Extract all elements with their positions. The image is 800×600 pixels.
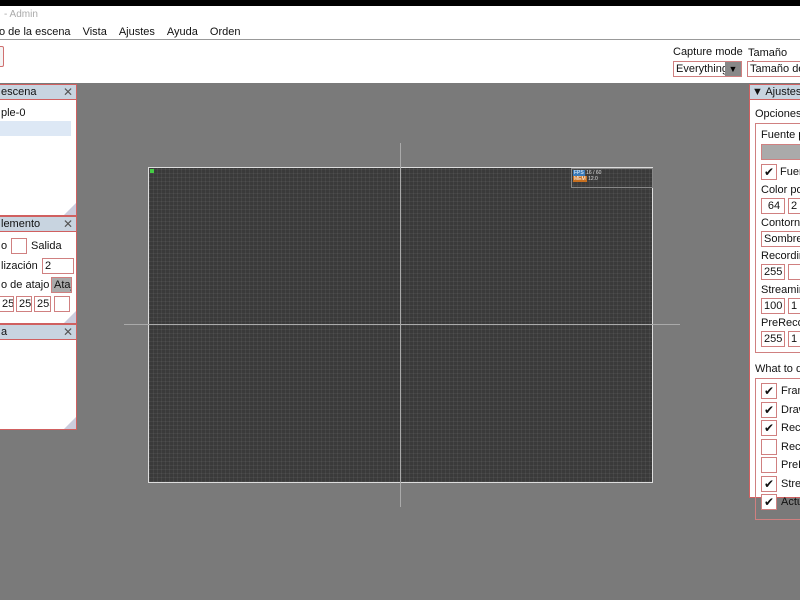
- mem-label: MEM: [573, 176, 587, 182]
- color-b-input[interactable]: 255: [34, 296, 51, 312]
- checkbox[interactable]: ✔: [761, 420, 777, 436]
- output-label: Salida: [31, 240, 62, 252]
- scene-item-selected[interactable]: [0, 121, 71, 136]
- what-group: ✔ Fram ✔ Draw ✔ Reco Reco PreR ✔ Stre ✔ Actu: [755, 378, 800, 520]
- toolbar: Capture mode Everything▼ Tamaño de Tamañ…: [0, 40, 800, 83]
- prerec-g-input[interactable]: 1: [788, 331, 800, 347]
- settings-panel: ▼ Ajustes Opciones Fuente p ✔ Fuer Color…: [749, 84, 800, 520]
- what-label: What to d: [755, 363, 800, 375]
- stats-overlay: FPS 16 / 60 MEM 12.0: [571, 168, 653, 188]
- mem-value: 12.0: [588, 176, 598, 182]
- capture-mode-value: Everything: [676, 63, 728, 75]
- outline-label: Contorno: [761, 217, 800, 229]
- size-select[interactable]: Tamaño de: [747, 61, 800, 77]
- element-panel: lemento ✕ o Salida lización 2 o de atajo …: [0, 216, 77, 324]
- color-r-input[interactable]: 255: [0, 296, 14, 312]
- recording-label: Recordin: [761, 250, 800, 262]
- third-panel-title: a: [1, 326, 8, 338]
- menu-ajustes[interactable]: Ajustes: [119, 24, 155, 39]
- outline-select[interactable]: Sombre: [761, 231, 800, 247]
- menu-orden[interactable]: Orden: [210, 24, 241, 39]
- streaming-label: Streamin: [761, 284, 800, 296]
- input-label: o: [1, 240, 8, 252]
- checkbox[interactable]: ✔: [761, 401, 777, 418]
- resize-grip[interactable]: [64, 417, 76, 429]
- shortcut-button[interactable]: Ataj: [51, 277, 72, 293]
- shortcut-label: o de atajo: [1, 279, 50, 291]
- options-group: Fuente p ✔ Fuer Color po 64 2 Contorno S…: [755, 123, 800, 353]
- options-label: Opciones: [755, 108, 800, 120]
- menu-vista[interactable]: Vista: [83, 24, 107, 39]
- scene-item[interactable]: ple-0: [1, 107, 25, 119]
- menu-ayuda[interactable]: Ayuda: [167, 24, 198, 39]
- scene-panel-title: escena: [1, 86, 37, 98]
- output-checkbox[interactable]: [11, 238, 27, 254]
- capture-mode-select[interactable]: Everything ▼: [673, 61, 742, 77]
- toolbar-button[interactable]: [0, 46, 4, 67]
- checkbox[interactable]: [761, 438, 777, 455]
- menu-bar: o de la escena Vista Ajustes Ayuda Orden: [0, 24, 800, 40]
- origin-marker: [150, 169, 154, 173]
- streaming-g-input[interactable]: 1: [788, 298, 800, 314]
- checkbox-label: Stre: [781, 477, 800, 490]
- checkbox[interactable]: [761, 457, 777, 473]
- color-a-input[interactable]: [54, 296, 70, 312]
- third-panel: a ✕: [0, 324, 77, 430]
- element-panel-title: lemento: [1, 218, 41, 230]
- settings-header[interactable]: ▼ Ajustes: [750, 85, 800, 100]
- resize-grip[interactable]: [64, 203, 76, 215]
- color-r-input[interactable]: 64: [761, 198, 785, 214]
- checkbox-label: Fram: [781, 385, 800, 397]
- prerec-r-input[interactable]: 255: [761, 331, 785, 347]
- checkbox-label: Draw: [781, 403, 800, 416]
- streaming-r-input[interactable]: 100: [761, 298, 785, 314]
- checkbox-label: PreR: [781, 459, 800, 471]
- checkbox-label: Reco: [781, 422, 800, 434]
- window-title: - Admin: [0, 6, 800, 24]
- capture-mode-label: Capture mode: [673, 46, 743, 58]
- checkbox[interactable]: ✔: [761, 475, 777, 492]
- checkbox[interactable]: ✔: [761, 383, 777, 399]
- checkbox-label: Reco: [781, 440, 800, 453]
- close-icon[interactable]: ✕: [63, 217, 73, 231]
- checkbox[interactable]: ✔: [761, 494, 777, 510]
- font-label: Fuente p: [761, 129, 800, 141]
- close-icon[interactable]: ✕: [63, 325, 73, 339]
- recording-g-input[interactable]: [788, 264, 800, 280]
- recording-r-input[interactable]: 255: [761, 264, 785, 280]
- font-picker[interactable]: [761, 144, 800, 160]
- ordering-input[interactable]: 2: [42, 258, 74, 274]
- vertical-guide: [400, 143, 401, 507]
- ordering-label: lización: [1, 260, 38, 272]
- font-checkbox[interactable]: ✔: [761, 164, 777, 180]
- scene-panel: escena ✕ ple-0: [0, 84, 77, 216]
- resize-grip[interactable]: [64, 311, 76, 323]
- prerec-label: PreReco: [761, 317, 800, 329]
- menu-scene[interactable]: o de la escena: [0, 24, 71, 39]
- horizontal-guide: [124, 324, 680, 325]
- color-g-input[interactable]: 2: [788, 198, 800, 214]
- chevron-down-icon[interactable]: ▼: [725, 62, 741, 76]
- font-check-label: Fuer: [780, 166, 800, 178]
- color-label: Color po: [761, 184, 800, 196]
- close-icon[interactable]: ✕: [63, 85, 73, 99]
- color-g-input[interactable]: 255: [16, 296, 32, 312]
- checkbox-label: Actu: [781, 496, 800, 508]
